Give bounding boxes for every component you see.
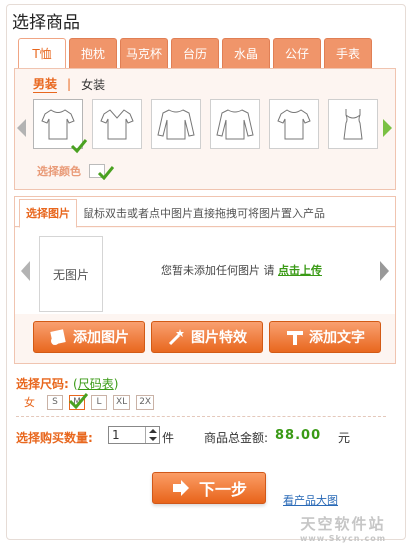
add-text-button[interactable]: 添加文字	[269, 321, 381, 353]
quantity-unit: 件	[162, 431, 175, 445]
tab-calendar[interactable]: 台历	[171, 38, 219, 68]
quantity-value: 1	[112, 428, 120, 442]
tab-tshirt[interactable]: T恤	[18, 38, 66, 69]
longsleeve-icon	[216, 109, 254, 140]
total-label: 商品总金额:	[204, 431, 269, 445]
magic-wand-icon	[167, 327, 187, 347]
text-tool-icon	[285, 327, 305, 347]
style-thumbnails	[33, 99, 378, 154]
size-options: 女 S M L XL 2X	[24, 392, 155, 410]
gallery-prev-arrow[interactable]	[21, 261, 30, 281]
watermark: 天空软件站 www.Skycn.com	[300, 513, 386, 543]
gender-filter: 男装 | 女装	[33, 75, 105, 93]
style-thumb-4[interactable]	[210, 99, 260, 149]
next-step-label: 下一步	[198, 480, 247, 499]
quantity-stepper[interactable]: 1	[108, 426, 160, 444]
style-panel: 男装 | 女装 选择颜色	[14, 68, 396, 190]
longsleeve-icon	[157, 109, 195, 140]
image-panel: 选择图片 鼠标双击或者点中图片直接拖拽可将图片置入产品 无图片 您暂未添加任何图…	[14, 196, 396, 364]
color-label: 选择颜色	[37, 165, 81, 178]
styles-prev-arrow[interactable]	[17, 119, 26, 137]
tab-mug[interactable]: 马克杯	[120, 38, 168, 68]
watermark-url: www.Skycn.com	[300, 534, 387, 543]
image-placeholder: 无图片	[39, 236, 103, 312]
arrow-right-icon	[172, 480, 189, 496]
size-chart-link[interactable]: 尺码表	[78, 377, 114, 391]
add-image-label: 添加图片	[73, 330, 129, 346]
image-effects-label: 图片特效	[191, 330, 247, 346]
image-effects-button[interactable]: 图片特效	[151, 321, 263, 353]
decrement-icon[interactable]	[148, 437, 157, 441]
size-option-2x[interactable]: 2X	[136, 394, 155, 410]
selected-check-icon	[98, 166, 114, 180]
selected-check-icon	[68, 392, 88, 409]
image-gallery: 无图片 您暂未添加任何图片 请 点击上传	[15, 228, 395, 314]
gender-female-link[interactable]: 女装	[81, 76, 105, 93]
style-thumb-6[interactable]	[328, 99, 378, 149]
image-hint: 鼠标双击或者点中图片直接拖拽可将图片置入产品	[83, 207, 325, 220]
size-label: 选择尺码: (尺码表)	[16, 375, 118, 392]
tab-watch[interactable]: 手表	[324, 38, 372, 68]
tshirt-icon	[277, 109, 311, 140]
selected-check-icon	[70, 139, 88, 154]
view-large-image-link[interactable]: 看产品大图	[283, 492, 338, 508]
gender-separator: |	[67, 77, 72, 91]
add-image-button[interactable]: 添加图片	[33, 321, 145, 353]
image-action-row: 添加图片 图片特效 添加文字	[33, 321, 381, 353]
add-image-icon	[49, 327, 69, 347]
add-text-label: 添加文字	[309, 330, 365, 346]
upload-link[interactable]: 点击上传	[278, 264, 322, 277]
style-thumb-1[interactable]	[33, 99, 88, 154]
increment-icon[interactable]	[148, 429, 157, 433]
tab-doll[interactable]: 公仔	[273, 38, 321, 68]
tab-crystal[interactable]: 水晶	[222, 38, 270, 68]
image-tab-row: 选择图片 鼠标双击或者点中图片直接拖拽可将图片置入产品	[15, 197, 395, 228]
watermark-title: 天空软件站	[300, 515, 386, 533]
size-option-m[interactable]: M	[68, 392, 88, 410]
tab-choose-image[interactable]: 选择图片	[19, 199, 77, 228]
size-gender: 女	[24, 396, 35, 409]
color-row: 选择颜色	[37, 163, 114, 180]
size-option-s[interactable]: S	[47, 394, 63, 410]
total-amount: 88.00	[275, 428, 322, 443]
size-option-xl[interactable]: XL	[113, 394, 131, 410]
gallery-next-arrow[interactable]	[380, 261, 389, 281]
quantity-spin-buttons[interactable]	[145, 427, 159, 443]
tab-pillow[interactable]: 抱枕	[69, 38, 117, 68]
size-label-text: 选择尺码:	[16, 377, 69, 391]
empty-text: 您暂未添加任何图片 请	[161, 264, 275, 277]
vneck-tshirt-icon	[100, 109, 134, 140]
color-swatch-white[interactable]	[89, 164, 114, 180]
gender-male-link[interactable]: 男装	[33, 75, 58, 93]
product-tabs: T恤 抱枕 马克杯 台历 水晶 公仔 手表	[18, 38, 372, 69]
total-unit: 元	[338, 431, 351, 445]
styles-next-arrow[interactable]	[383, 119, 392, 137]
style-thumb-2[interactable]	[92, 99, 142, 149]
empty-message: 您暂未添加任何图片 请 点击上传	[161, 262, 322, 278]
style-thumb-3[interactable]	[151, 99, 201, 149]
tanktop-icon	[343, 109, 363, 140]
size-option-l[interactable]: L	[91, 394, 107, 410]
page-title: 选择商品	[12, 13, 80, 33]
next-step-button[interactable]: 下一步	[152, 472, 266, 504]
style-thumb-5[interactable]	[269, 99, 319, 149]
size-chart-close: )	[113, 377, 119, 391]
section-divider	[16, 416, 386, 417]
quantity-label: 选择购买数量:	[16, 431, 93, 445]
